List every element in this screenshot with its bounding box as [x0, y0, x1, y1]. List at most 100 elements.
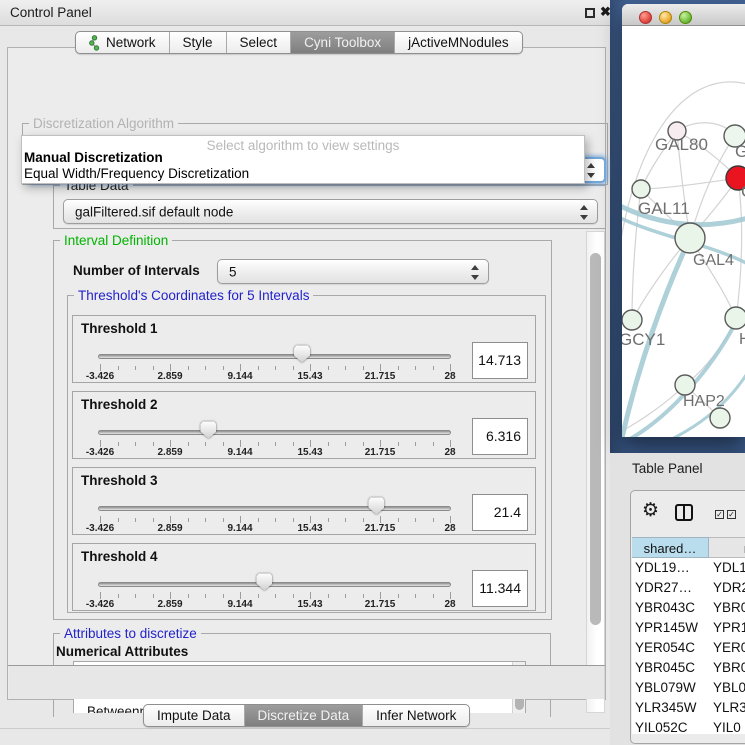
- network-node[interactable]: [710, 408, 730, 428]
- tab-select[interactable]: Select: [226, 32, 291, 53]
- threshold-panel: Threshold 2-3.4262.8599.14415.4321.71528…: [72, 391, 536, 459]
- slider-thumb[interactable]: [368, 497, 384, 515]
- minimize-traffic-light[interactable]: [659, 11, 672, 24]
- slider-tick: [363, 442, 364, 446]
- slider-tick-label: 2.859: [140, 371, 200, 382]
- slider-tick-label: 28: [420, 371, 480, 382]
- node-label-gal11: GAL11: [638, 199, 690, 218]
- table-row[interactable]: YIL052CYIL0: [632, 718, 745, 734]
- network-node-gal11[interactable]: [632, 180, 650, 198]
- table-row[interactable]: YDL19…YDL1: [632, 558, 745, 578]
- tab-style[interactable]: Style: [169, 32, 226, 53]
- close-traffic-light[interactable]: [639, 11, 652, 24]
- zoom-traffic-light[interactable]: [679, 11, 692, 24]
- slider-track[interactable]: [98, 430, 451, 435]
- column-header-name[interactable]: n: [709, 537, 745, 558]
- tab-cyni-toolbox[interactable]: Cyni Toolbox: [290, 32, 394, 53]
- tab-impute-data[interactable]: Impute Data: [144, 705, 244, 726]
- number-of-intervals-label: Number of Intervals: [73, 263, 200, 278]
- float-window-icon[interactable]: [585, 8, 595, 18]
- slider-tick: [293, 594, 294, 598]
- divider: [0, 728, 610, 729]
- slider-track[interactable]: [98, 582, 451, 587]
- slider-tick: [135, 518, 136, 522]
- slider-tick: [310, 592, 311, 599]
- slider-tick: [398, 442, 399, 446]
- table-row[interactable]: YBR045CYBR0: [632, 658, 745, 678]
- table-row[interactable]: YBR043CYBR0: [632, 598, 745, 618]
- slider-tick-label: 2.859: [140, 523, 200, 534]
- algorithm-option-manual[interactable]: Manual Discretization: [24, 150, 163, 165]
- table-row[interactable]: YLR345WYLR3: [632, 698, 745, 718]
- threshold-panel: Threshold 4-3.4262.8599.14415.4321.71528…: [72, 543, 536, 611]
- slider-tick: [118, 442, 119, 446]
- slider-tick-label: 2.859: [140, 599, 200, 610]
- slider-tick-label: -3.426: [70, 447, 130, 458]
- slider-tick: [223, 442, 224, 446]
- settings-scrollbar-thumb[interactable]: [590, 253, 601, 625]
- tab-discretize-data[interactable]: Discretize Data: [244, 705, 363, 726]
- table-row[interactable]: YBL079WYBL0: [632, 678, 745, 698]
- table-row[interactable]: YPR145WYPR1: [632, 618, 745, 638]
- slider-track[interactable]: [98, 354, 451, 359]
- slider-tick: [153, 518, 154, 522]
- slider-tick: [275, 518, 276, 522]
- threshold-label: Threshold 3: [81, 473, 158, 488]
- slider-tick: [170, 440, 171, 447]
- slider-tick: [188, 518, 189, 522]
- split-columns-icon[interactable]: [675, 504, 693, 521]
- tab-network[interactable]: Network: [76, 32, 169, 53]
- slider-tick: [310, 440, 311, 447]
- tab-label: jActiveMNodules: [408, 35, 509, 50]
- threshold-value-input[interactable]: 14.713: [472, 342, 528, 379]
- node-label-h: H: [739, 331, 745, 348]
- slider-tick: [398, 518, 399, 522]
- slider-tick: [450, 592, 451, 599]
- network-node-h[interactable]: [725, 307, 745, 329]
- slider-thumb[interactable]: [256, 573, 272, 591]
- tab-infer-network[interactable]: Infer Network: [362, 705, 469, 726]
- threshold-value-input[interactable]: 11.344: [472, 570, 528, 607]
- table-browser: ⚙ ✓ ✓ shared… n YDL19…YDL1YDR27…YDR2YBR0…: [630, 490, 745, 744]
- checkbox-icon[interactable]: ✓: [715, 510, 724, 519]
- cell-name: YLR3: [711, 698, 745, 718]
- table-data-select[interactable]: galFiltered.sif default node: [63, 199, 598, 224]
- slider-tick: [205, 594, 206, 598]
- slider-thumb[interactable]: [200, 421, 216, 439]
- table-row[interactable]: YER054CYER0: [632, 638, 745, 658]
- slider-track[interactable]: [98, 506, 451, 511]
- gear-icon[interactable]: ⚙: [642, 501, 659, 520]
- slider-tick: [223, 594, 224, 598]
- slider-tick: [345, 442, 346, 446]
- cell-name: YBL0: [711, 678, 745, 698]
- column-header-shared-name[interactable]: shared…: [632, 537, 709, 558]
- slider-tick: [188, 366, 189, 370]
- slider-tick: [223, 366, 224, 370]
- slider-tick: [450, 364, 451, 371]
- slider-tick: [240, 516, 241, 523]
- slider-tick: [258, 594, 259, 598]
- tab-label: Style: [183, 35, 213, 50]
- number-of-intervals-select[interactable]: 5: [217, 259, 489, 284]
- tab-label: Impute Data: [157, 708, 231, 723]
- settings-scrollbar[interactable]: [586, 231, 605, 713]
- network-canvas[interactable]: GAL80GACGAL11GAL4GCY1HHAP2: [622, 26, 745, 437]
- checkbox-icon[interactable]: ✓: [727, 510, 736, 519]
- slider-tick: [188, 442, 189, 446]
- network-window-titlebar[interactable]: [622, 4, 745, 26]
- slider-thumb[interactable]: [294, 345, 310, 363]
- threshold-value-input[interactable]: 6.316: [472, 418, 528, 455]
- network-node-gcy1[interactable]: [622, 310, 642, 330]
- slider-tick-label: 9.144: [210, 599, 270, 610]
- control-panel-tabs: Network Style SelectCyni Toolbox jActiveMNo…: [75, 31, 523, 54]
- tab-jactivemnodules[interactable]: jActiveMNodules: [394, 32, 522, 53]
- table-row[interactable]: YDR27…YDR2: [632, 578, 745, 598]
- algorithm-option-equal-width[interactable]: Equal Width/Frequency Discretization: [24, 166, 249, 181]
- slider-tick: [258, 518, 259, 522]
- network-node-gal4[interactable]: [675, 223, 705, 253]
- slider-tick-label: 15.43: [280, 371, 340, 382]
- threshold-value-input[interactable]: 21.4: [472, 494, 528, 531]
- network-node-hap2[interactable]: [675, 375, 695, 395]
- node-label-gal80: GAL80: [655, 135, 708, 154]
- slider-tick: [135, 594, 136, 598]
